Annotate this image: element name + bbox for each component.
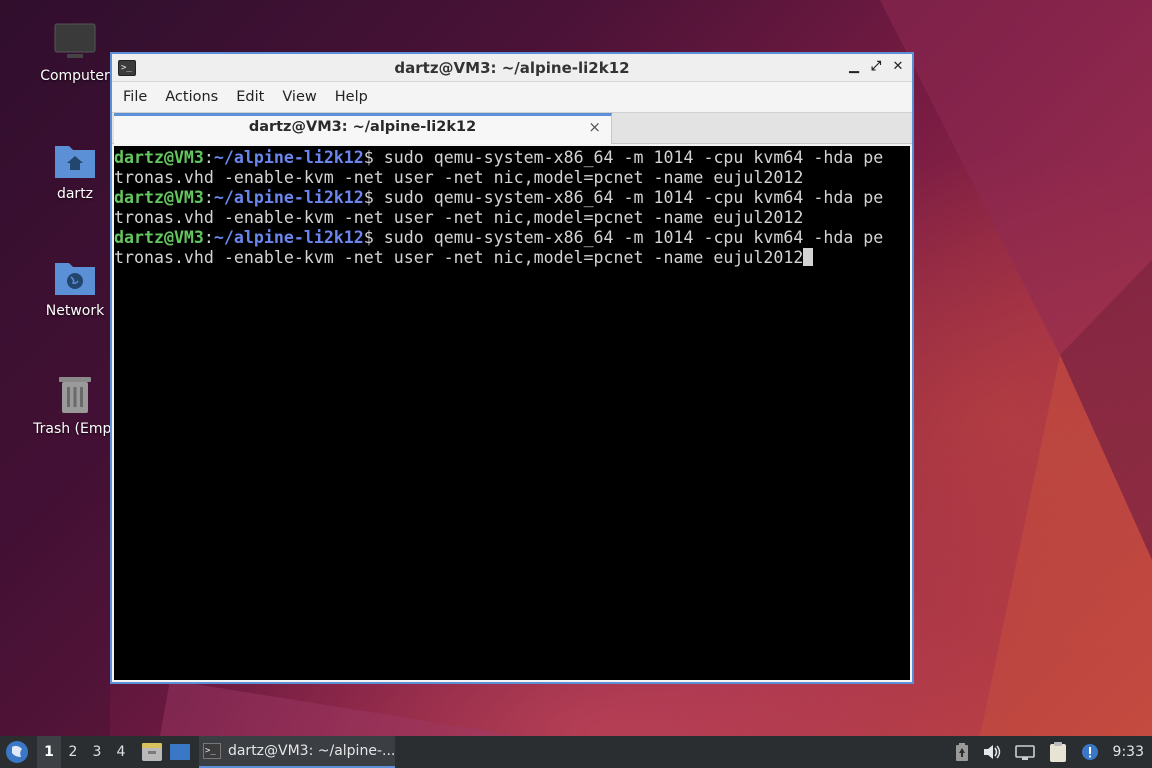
text-cursor: [803, 248, 814, 266]
start-menu-icon[interactable]: [3, 738, 31, 766]
computer-icon: [54, 23, 96, 58]
terminal-line-current: tronas.vhd -enable-kvm -net user -net ni…: [114, 248, 910, 268]
minimize-button[interactable]: ▁: [846, 59, 862, 75]
prompt-path: ~/alpine-li2k12: [213, 148, 364, 167]
tab-terminal[interactable]: dartz@VM3: ~/alpine-li2k12 ×: [114, 113, 612, 144]
trash-icon: [59, 377, 91, 413]
command-text: sudo qemu-system-x86_64 -m 1014 -cpu kvm…: [383, 188, 884, 207]
terminal-line: dartz@VM3:~/alpine-li2k12$ sudo qemu-sys…: [114, 188, 910, 208]
system-tray: 9:33: [955, 742, 1152, 762]
prompt-end: $: [363, 188, 384, 207]
prompt-path: ~/alpine-li2k12: [213, 228, 364, 247]
show-desktop-icon[interactable]: [169, 742, 191, 762]
prompt-colon: :: [203, 148, 214, 167]
network-folder-icon: [55, 263, 95, 295]
terminal-window[interactable]: >_ dartz@VM3: ~/alpine-li2k12 ▁ ⤢ ✕ File…: [110, 52, 914, 684]
menu-view[interactable]: View: [281, 89, 327, 105]
close-button[interactable]: ✕: [890, 59, 906, 75]
terminal-line-wrap: tronas.vhd -enable-kvm -net user -net ni…: [114, 168, 804, 187]
menu-file[interactable]: File: [122, 89, 158, 105]
workspace-4[interactable]: 4: [109, 744, 133, 760]
tab-bar: dartz@VM3: ~/alpine-li2k12 ×: [112, 112, 912, 144]
clipboard-icon[interactable]: [1049, 742, 1067, 762]
prompt-user: dartz@VM3: [114, 148, 204, 167]
volume-icon[interactable]: [983, 744, 1001, 760]
command-text: sudo qemu-system-x86_64 -m 1014 -cpu kvm…: [383, 148, 884, 167]
terminal-line-wrap: tronas.vhd -enable-kvm -net user -net ni…: [114, 248, 804, 267]
notification-icon[interactable]: [1081, 743, 1099, 761]
prompt-colon: :: [203, 188, 214, 207]
prompt-user: dartz@VM3: [114, 228, 204, 247]
clock[interactable]: 9:33: [1113, 744, 1144, 760]
terminal-line: dartz@VM3:~/alpine-li2k12$ sudo qemu-sys…: [114, 228, 910, 248]
maximize-button[interactable]: ⤢: [868, 59, 884, 75]
tab-label: dartz@VM3: ~/alpine-li2k12: [248, 119, 477, 135]
menu-help[interactable]: Help: [334, 89, 379, 105]
network-icon[interactable]: [1014, 744, 1035, 760]
tab-close-button[interactable]: ×: [588, 118, 601, 136]
taskbar: 1 2 3 4 >_ dartz@VM3: ~/alpine-... 9:33: [0, 736, 1152, 768]
taskbar-task-terminal[interactable]: >_ dartz@VM3: ~/alpine-...: [199, 736, 395, 768]
workspace-3[interactable]: 3: [85, 744, 109, 760]
file-manager-launcher-icon[interactable]: [141, 742, 163, 762]
prompt-path: ~/alpine-li2k12: [213, 188, 364, 207]
menubar: File Actions Edit View Help: [112, 82, 912, 112]
task-label: dartz@VM3: ~/alpine-...: [227, 743, 395, 759]
window-title: dartz@VM3: ~/alpine-li2k12: [394, 59, 630, 77]
prompt-colon: :: [203, 228, 214, 247]
workspace-1[interactable]: 1: [37, 736, 61, 768]
battery-icon[interactable]: [955, 743, 969, 761]
workspace-2[interactable]: 2: [61, 744, 85, 760]
terminal-task-icon: >_: [203, 743, 221, 759]
menu-edit[interactable]: Edit: [235, 89, 275, 105]
terminal-line: dartz@VM3:~/alpine-li2k12$ sudo qemu-sys…: [114, 148, 910, 168]
prompt-end: $: [363, 148, 384, 167]
terminal-output[interactable]: dartz@VM3:~/alpine-li2k12$ sudo qemu-sys…: [114, 146, 910, 680]
terminal-line-wrap: tronas.vhd -enable-kvm -net user -net ni…: [114, 208, 804, 227]
prompt-end: $: [363, 228, 384, 247]
home-folder-icon: [55, 146, 95, 178]
prompt-user: dartz@VM3: [114, 188, 204, 207]
menu-actions[interactable]: Actions: [164, 89, 229, 105]
command-text: sudo qemu-system-x86_64 -m 1014 -cpu kvm…: [383, 228, 884, 247]
window-titlebar[interactable]: >_ dartz@VM3: ~/alpine-li2k12 ▁ ⤢ ✕: [112, 54, 912, 82]
